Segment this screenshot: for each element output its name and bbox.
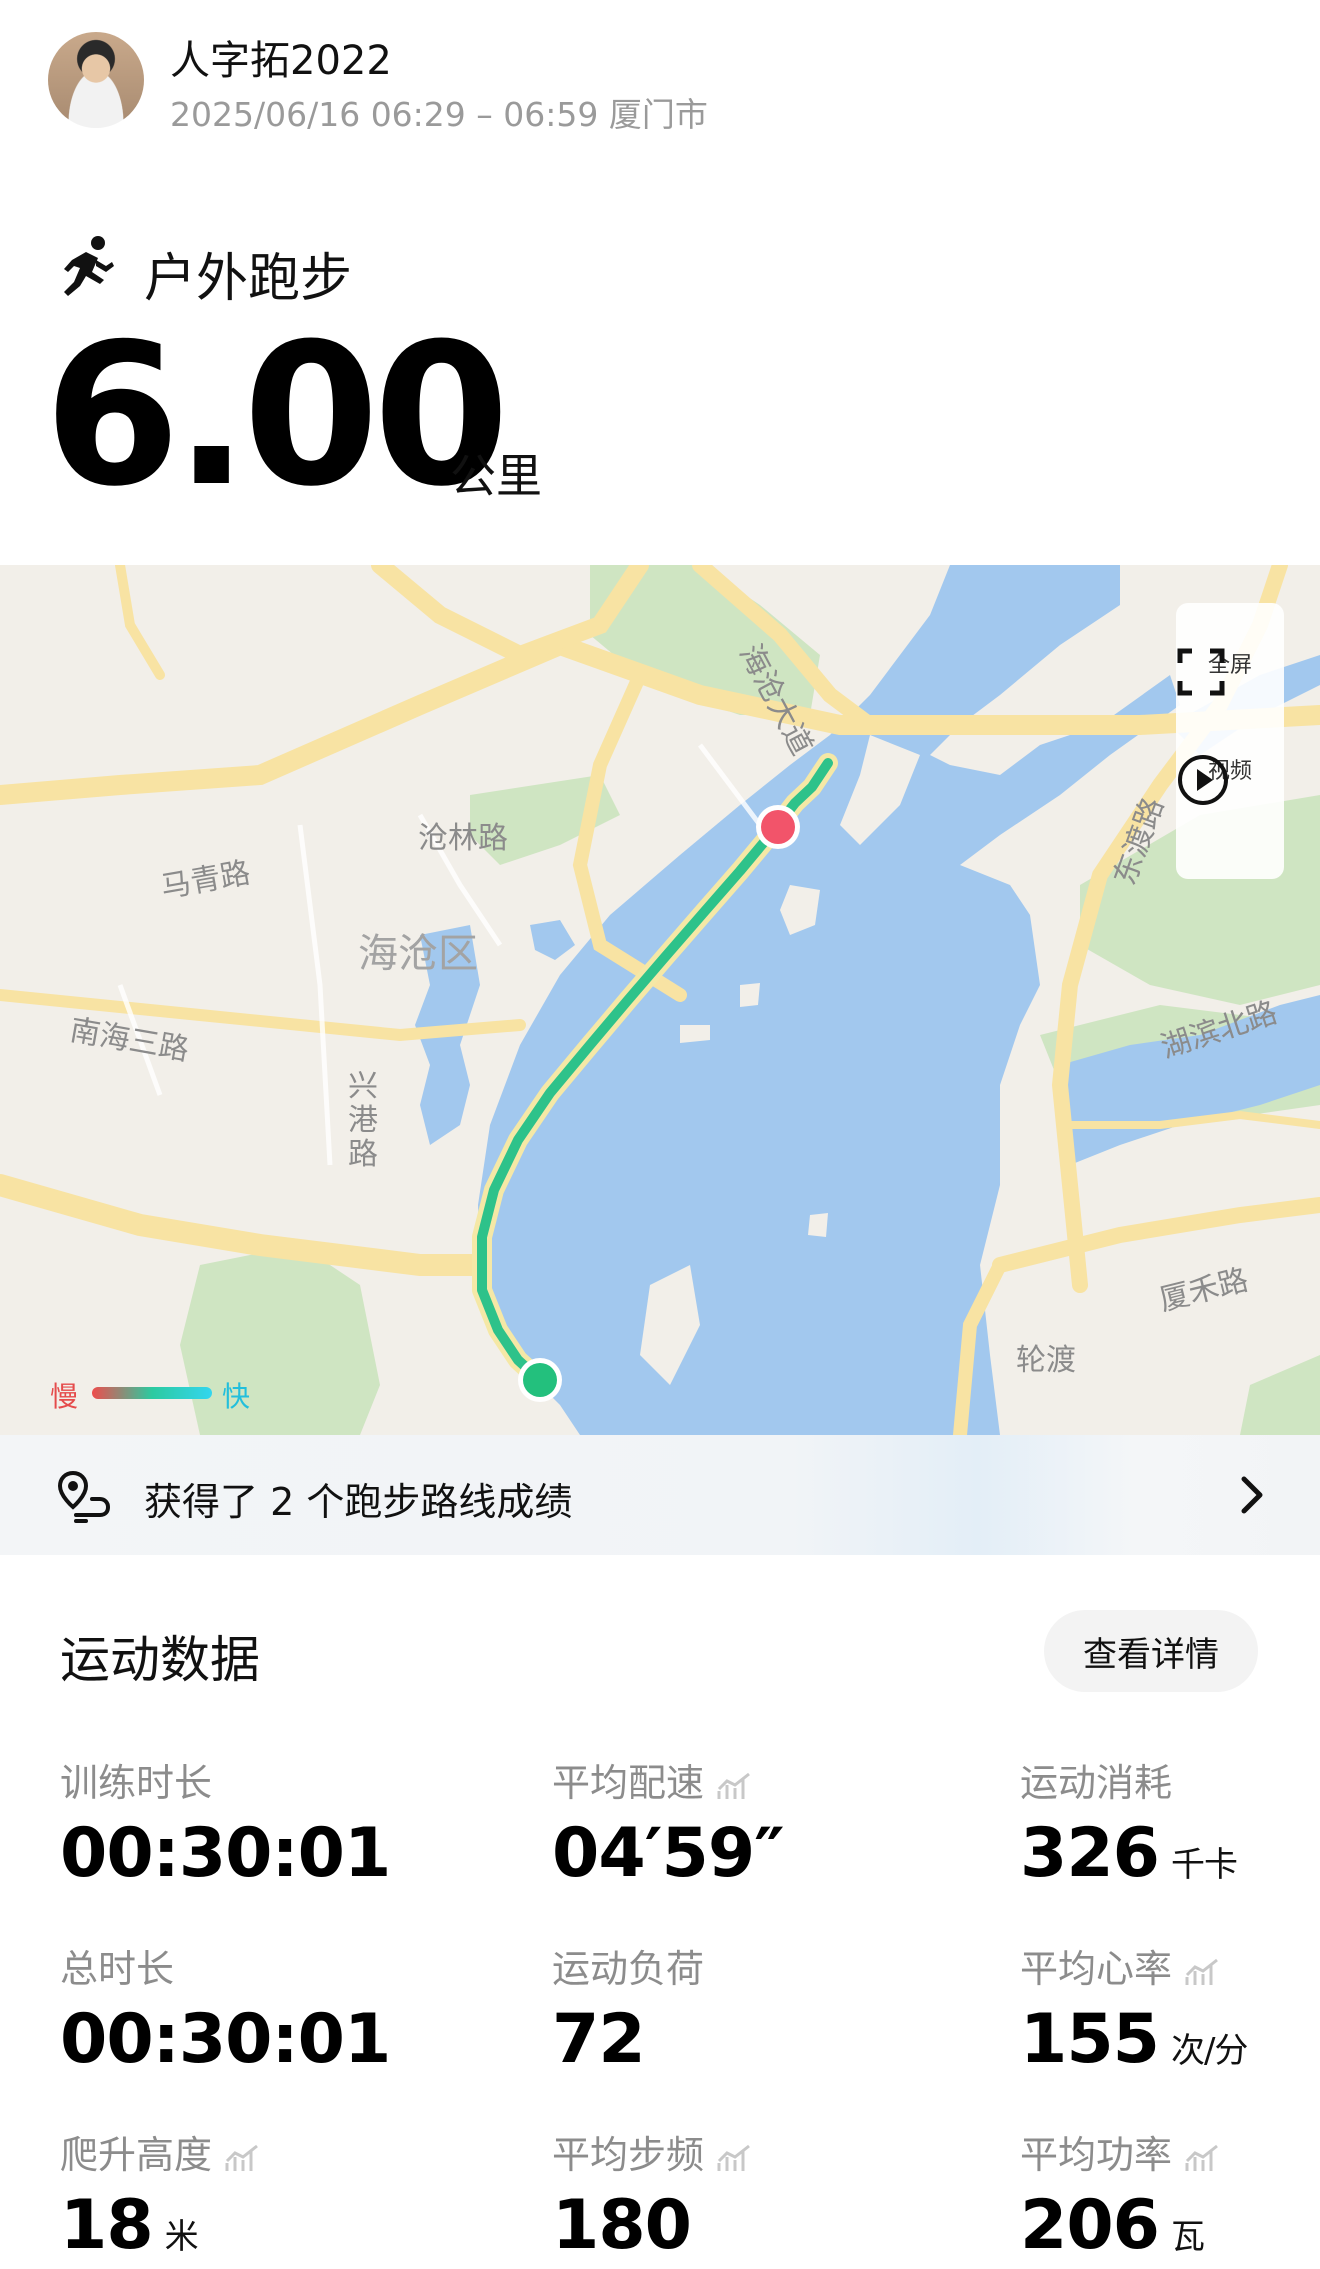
island bbox=[740, 983, 760, 1007]
activity-time-location: 2025/06/16 06:29 – 06:59 厦门市 bbox=[170, 95, 708, 134]
start-marker bbox=[523, 1363, 557, 1397]
stat-unit: 千卡 bbox=[1170, 1845, 1238, 1885]
video-button[interactable]: 视频 bbox=[1176, 753, 1284, 805]
route-achievement-banner[interactable]: 获得了 2 个跑步路线成绩 bbox=[0, 1435, 1320, 1555]
section-title: 运动数据 bbox=[60, 1631, 260, 1689]
activity-type: 户外跑步 bbox=[144, 249, 353, 309]
trend-chart-icon bbox=[1185, 2144, 1218, 2171]
map-label-canglin-road: 沧林路 bbox=[418, 821, 508, 856]
island bbox=[680, 1025, 710, 1043]
stat-label: 运动消耗 bbox=[1020, 1761, 1173, 1805]
stat-label: 平均心率 bbox=[1020, 1938, 1220, 1993]
fullscreen-button[interactable]: 全屏 bbox=[1176, 647, 1284, 696]
stat-value: 18 米 bbox=[60, 2186, 199, 2265]
stat-label: 平均配速 bbox=[552, 1752, 752, 1807]
map-label-haicang-district: 海沧区 bbox=[358, 931, 478, 977]
end-marker bbox=[761, 810, 795, 844]
trend-chart-icon bbox=[717, 1772, 750, 1799]
stat-label: 平均步频 bbox=[552, 2124, 752, 2179]
stat-label: 运动负荷 bbox=[552, 1947, 705, 1991]
island bbox=[808, 1213, 828, 1237]
map-label-xinggang-road: 兴港路 bbox=[348, 1069, 378, 1172]
distance-value: 6.00 bbox=[44, 302, 510, 530]
stat-label: 训练时长 bbox=[60, 1761, 213, 1805]
stat-value: 00:30:01 bbox=[60, 2000, 391, 2079]
map-controls: 全屏 视频 bbox=[1176, 603, 1284, 879]
play-icon bbox=[1178, 755, 1228, 805]
legend-fast-label: 快 bbox=[222, 1380, 251, 1413]
fullscreen-icon bbox=[1177, 648, 1225, 696]
stat-label: 平均功率 bbox=[1020, 2124, 1220, 2179]
stat-label: 总时长 bbox=[60, 1947, 175, 1991]
stat-value: 206 瓦 bbox=[1020, 2186, 1205, 2265]
trend-chart-icon bbox=[1185, 1958, 1218, 1985]
chevron-right-icon bbox=[1241, 1476, 1263, 1514]
map-canvas bbox=[0, 565, 1320, 1435]
view-details-button[interactable]: 查看详情 bbox=[1044, 1610, 1258, 1692]
trend-chart-icon bbox=[717, 2144, 750, 2171]
pond-water bbox=[530, 920, 575, 960]
stat-value: 180 bbox=[552, 2186, 692, 2265]
stat-value: 326 千卡 bbox=[1020, 1814, 1238, 1893]
stat-value: 155 次/分 bbox=[1020, 2000, 1248, 2079]
avatar[interactable] bbox=[48, 32, 144, 128]
route-achievement-icon bbox=[57, 1470, 111, 1523]
legend-slow-label: 慢 bbox=[50, 1380, 79, 1413]
user-name[interactable]: 人字拓2022 bbox=[170, 28, 392, 86]
stat-label: 爬升高度 bbox=[60, 2124, 260, 2179]
stat-value: 72 bbox=[552, 2000, 646, 2079]
stat-unit: 米 bbox=[164, 2217, 199, 2257]
distance-unit: 公里 bbox=[450, 449, 542, 503]
achievement-text: 获得了 2 个跑步路线成绩 bbox=[144, 1480, 573, 1524]
park-area bbox=[180, 1245, 380, 1435]
map-label-lundu: 轮渡 bbox=[1016, 1343, 1076, 1378]
pace-gradient-bar bbox=[92, 1387, 212, 1399]
trend-chart-icon bbox=[225, 2144, 258, 2171]
stat-unit: 次/分 bbox=[1170, 2031, 1248, 2071]
activity-header: 人字拓2022 2025/06/16 06:29 – 06:59 厦门市 bbox=[0, 0, 1320, 200]
stat-unit: 瓦 bbox=[1170, 2217, 1205, 2257]
route-map[interactable]: 沧林路 海沧区 马青路 南海三路 兴港路 海沧大道 东渡路 湖滨北路 厦禾路 轮… bbox=[0, 565, 1320, 1435]
park-area bbox=[1240, 1355, 1320, 1435]
stat-value: 00:30:01 bbox=[60, 1814, 391, 1893]
stat-value: 04′59″ bbox=[552, 1814, 785, 1893]
running-icon bbox=[64, 236, 114, 296]
